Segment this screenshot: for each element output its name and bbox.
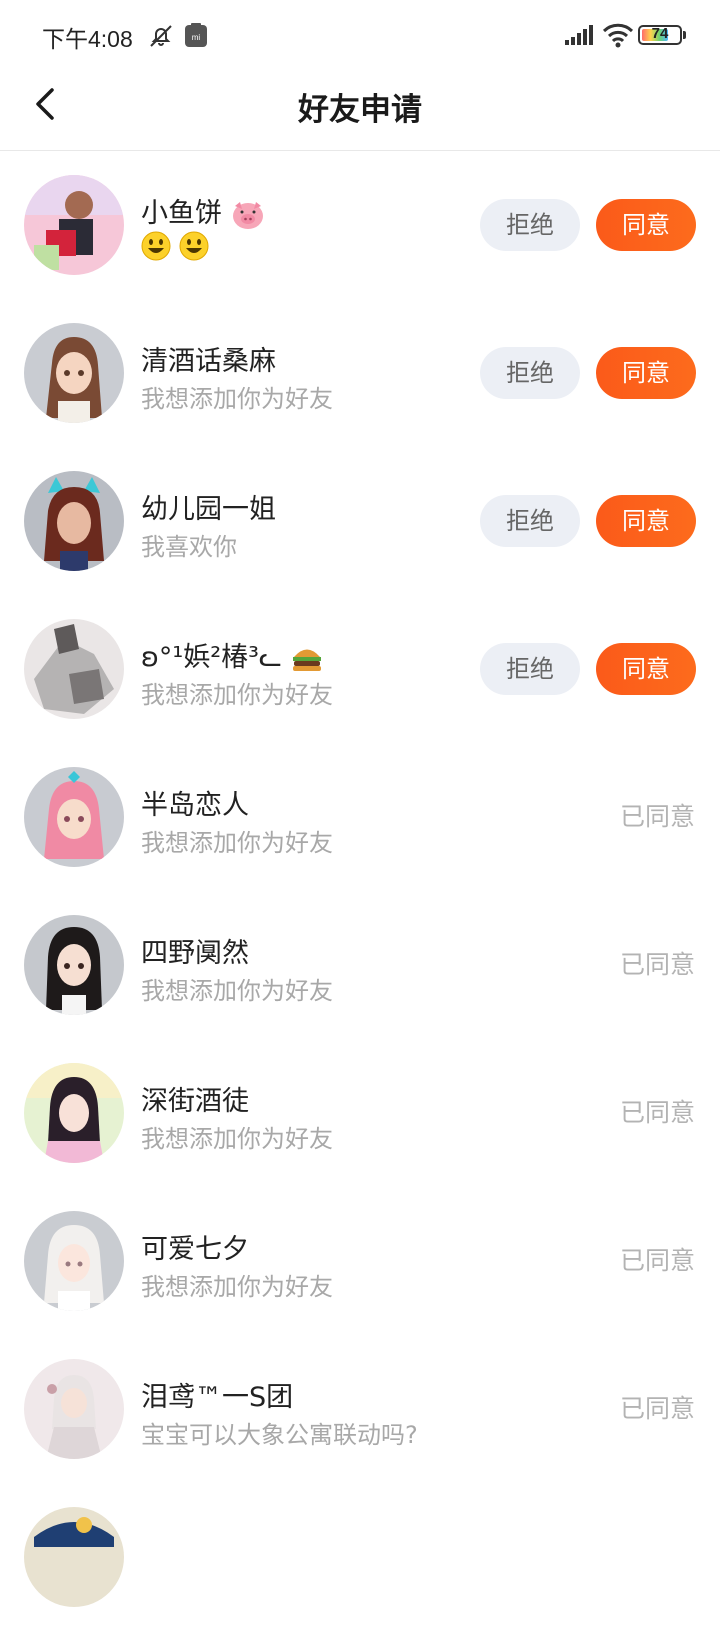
avatar[interactable]	[24, 471, 124, 571]
accept-button[interactable]: 同意	[596, 347, 696, 399]
requester-name: 半岛恋人	[141, 790, 249, 821]
svg-text:mi: mi	[192, 33, 201, 42]
battery-level: 74	[651, 25, 669, 42]
request-message: 我想添加你为好友	[141, 977, 333, 1005]
wifi-icon	[602, 23, 634, 48]
avatar[interactable]	[24, 619, 124, 719]
accept-button[interactable]: 同意	[596, 643, 696, 695]
list-item[interactable]: 可爱七夕 我想添加你为好友 已同意	[0, 1187, 720, 1335]
list-item[interactable]: 小鱼饼 拒绝 同意	[0, 151, 720, 299]
list-item[interactable]: ʚ°¹娦²椿³ᓚ 我想添加你为好友 拒绝 同意	[0, 595, 720, 743]
accepted-status: 已同意	[619, 802, 695, 831]
requester-name: 幼儿园一姐	[141, 494, 276, 525]
header: 好友申请	[0, 70, 720, 151]
accept-button[interactable]: 同意	[596, 199, 696, 251]
mute-bell-icon	[150, 25, 172, 47]
request-message: 我想添加你为好友	[141, 681, 333, 709]
accept-button[interactable]: 同意	[596, 495, 696, 547]
list-item[interactable]: 幼儿园一姐 我喜欢你 拒绝 同意	[0, 447, 720, 595]
avatar[interactable]	[24, 915, 124, 1015]
request-message: 我想添加你为好友	[141, 829, 333, 857]
accepted-status: 已同意	[619, 1098, 695, 1127]
avatar[interactable]	[24, 1063, 124, 1163]
request-message: 我喜欢你	[141, 533, 237, 561]
requester-name: 可爱七夕	[141, 1234, 249, 1265]
avatar[interactable]	[24, 175, 124, 275]
request-message: 宝宝可以大象公寓联动吗?	[141, 1421, 418, 1449]
signal-icon	[565, 25, 593, 45]
accepted-status: 已同意	[619, 1246, 695, 1275]
reject-button[interactable]: 拒绝	[480, 199, 580, 251]
request-message: 我想添加你为好友	[141, 1125, 333, 1153]
list-item[interactable]: 深街酒徒 我想添加你为好友 已同意	[0, 1039, 720, 1187]
list-item[interactable]: 半岛恋人 我想添加你为好友 已同意	[0, 743, 720, 891]
list-item[interactable]: 清酒话桑麻 我想添加你为好友 拒绝 同意	[0, 299, 720, 447]
requester-name: 小鱼饼	[141, 191, 265, 230]
request-message: 我想添加你为好友	[141, 385, 333, 413]
page-title: 好友申请	[298, 92, 422, 128]
smiley-emoji	[141, 231, 171, 261]
reject-button[interactable]: 拒绝	[480, 495, 580, 547]
status-bar: 下午4:08 mi 74	[0, 0, 720, 70]
avatar[interactable]	[24, 1359, 124, 1459]
reject-button[interactable]: 拒绝	[480, 643, 580, 695]
avatar[interactable]	[24, 1507, 124, 1607]
avatar[interactable]	[24, 767, 124, 867]
mi-app-icon: mi	[185, 23, 207, 47]
smiley-emoji	[179, 231, 209, 261]
list-item[interactable]: 四野阒然 我想添加你为好友 已同意	[0, 891, 720, 1039]
avatar[interactable]	[24, 1211, 124, 1311]
requester-name: 泪鸢™一S团	[141, 1382, 294, 1413]
accepted-status: 已同意	[619, 1394, 695, 1423]
requester-name: ʚ°¹娦²椿³ᓚ	[141, 635, 323, 674]
requester-name: 清酒话桑麻	[141, 346, 276, 377]
avatar[interactable]	[24, 323, 124, 423]
list-item[interactable]	[0, 1483, 720, 1631]
battery-icon: 74	[638, 25, 682, 45]
request-message: 我想添加你为好友	[141, 1273, 333, 1301]
request-message	[141, 231, 209, 261]
list-item[interactable]: 泪鸢™一S团 宝宝可以大象公寓联动吗? 已同意	[0, 1335, 720, 1483]
pig-face-emoji	[232, 201, 263, 229]
reject-button[interactable]: 拒绝	[480, 347, 580, 399]
accepted-status: 已同意	[619, 950, 695, 979]
status-time: 下午4:08	[42, 26, 133, 52]
battery-tip	[683, 31, 686, 39]
friend-request-list: 小鱼饼 拒绝 同意 清酒话桑麻 我想添加你为好友 拒绝 同意 幼儿园一姐 我喜欢…	[0, 151, 720, 1631]
requester-name: 深街酒徒	[141, 1086, 249, 1117]
burger-emoji	[292, 649, 321, 671]
requester-name: 四野阒然	[141, 938, 249, 969]
